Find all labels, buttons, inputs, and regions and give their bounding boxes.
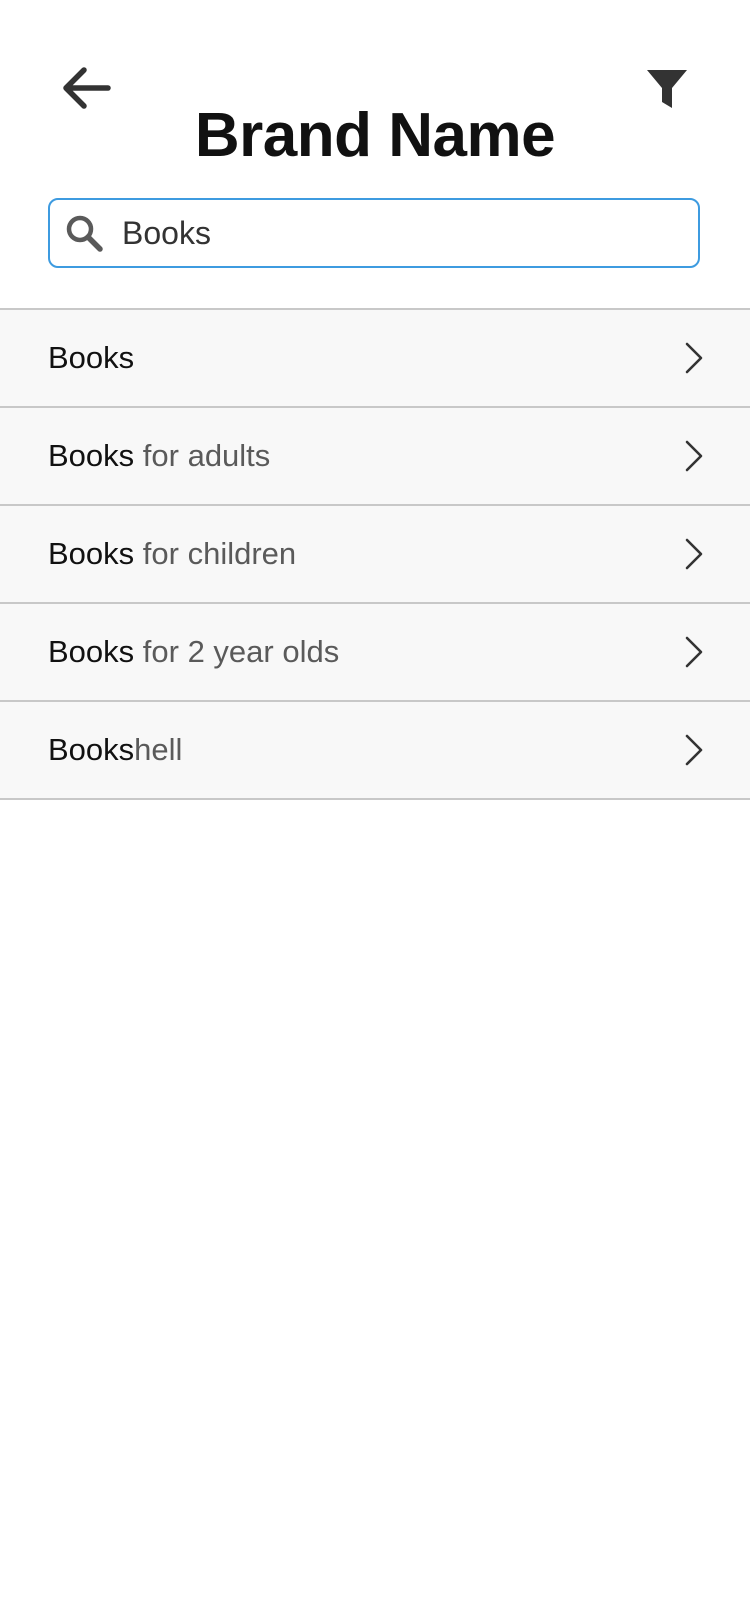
suggestion-label: Books for children [48, 534, 296, 574]
suggestion-label: Books [48, 338, 134, 378]
search-icon [64, 213, 104, 253]
suggestion-match-text: Books [48, 536, 135, 571]
chevron-right-icon [682, 438, 706, 474]
app-header: Brand Name [0, 0, 750, 180]
chevron-right-icon [682, 732, 706, 768]
suggestion-item[interactable]: Books for children [0, 506, 750, 604]
suggestion-label: Bookshell [48, 730, 182, 770]
page-title: Brand Name [194, 101, 556, 170]
suggestion-rest-text: for adults [134, 438, 271, 473]
chevron-right-icon [682, 340, 706, 376]
suggestion-rest-text: for 2 year olds [134, 634, 340, 669]
filter-button[interactable] [640, 62, 694, 116]
suggestion-rest-text: hell [134, 732, 183, 767]
suggestion-match-text: Books [48, 732, 135, 767]
search-suggestions-list: Books Books for adults Books for childre… [0, 308, 750, 800]
search-input[interactable] [122, 203, 662, 263]
chevron-right-icon [682, 634, 706, 670]
suggestion-item[interactable]: Books for adults [0, 408, 750, 506]
suggestion-item[interactable]: Books for 2 year olds [0, 604, 750, 702]
suggestion-match-text: Books [48, 438, 135, 473]
suggestion-rest-text: for children [134, 536, 297, 571]
search-bar[interactable] [48, 198, 700, 268]
filter-funnel-icon [647, 70, 687, 108]
suggestion-match-text: Books [48, 340, 135, 375]
suggestion-label: Books for 2 year olds [48, 632, 339, 672]
chevron-right-icon [682, 536, 706, 572]
suggestion-item[interactable]: Bookshell [0, 702, 750, 800]
suggestion-match-text: Books [48, 634, 135, 669]
suggestion-item[interactable]: Books [0, 310, 750, 408]
suggestion-label: Books for adults [48, 436, 270, 476]
